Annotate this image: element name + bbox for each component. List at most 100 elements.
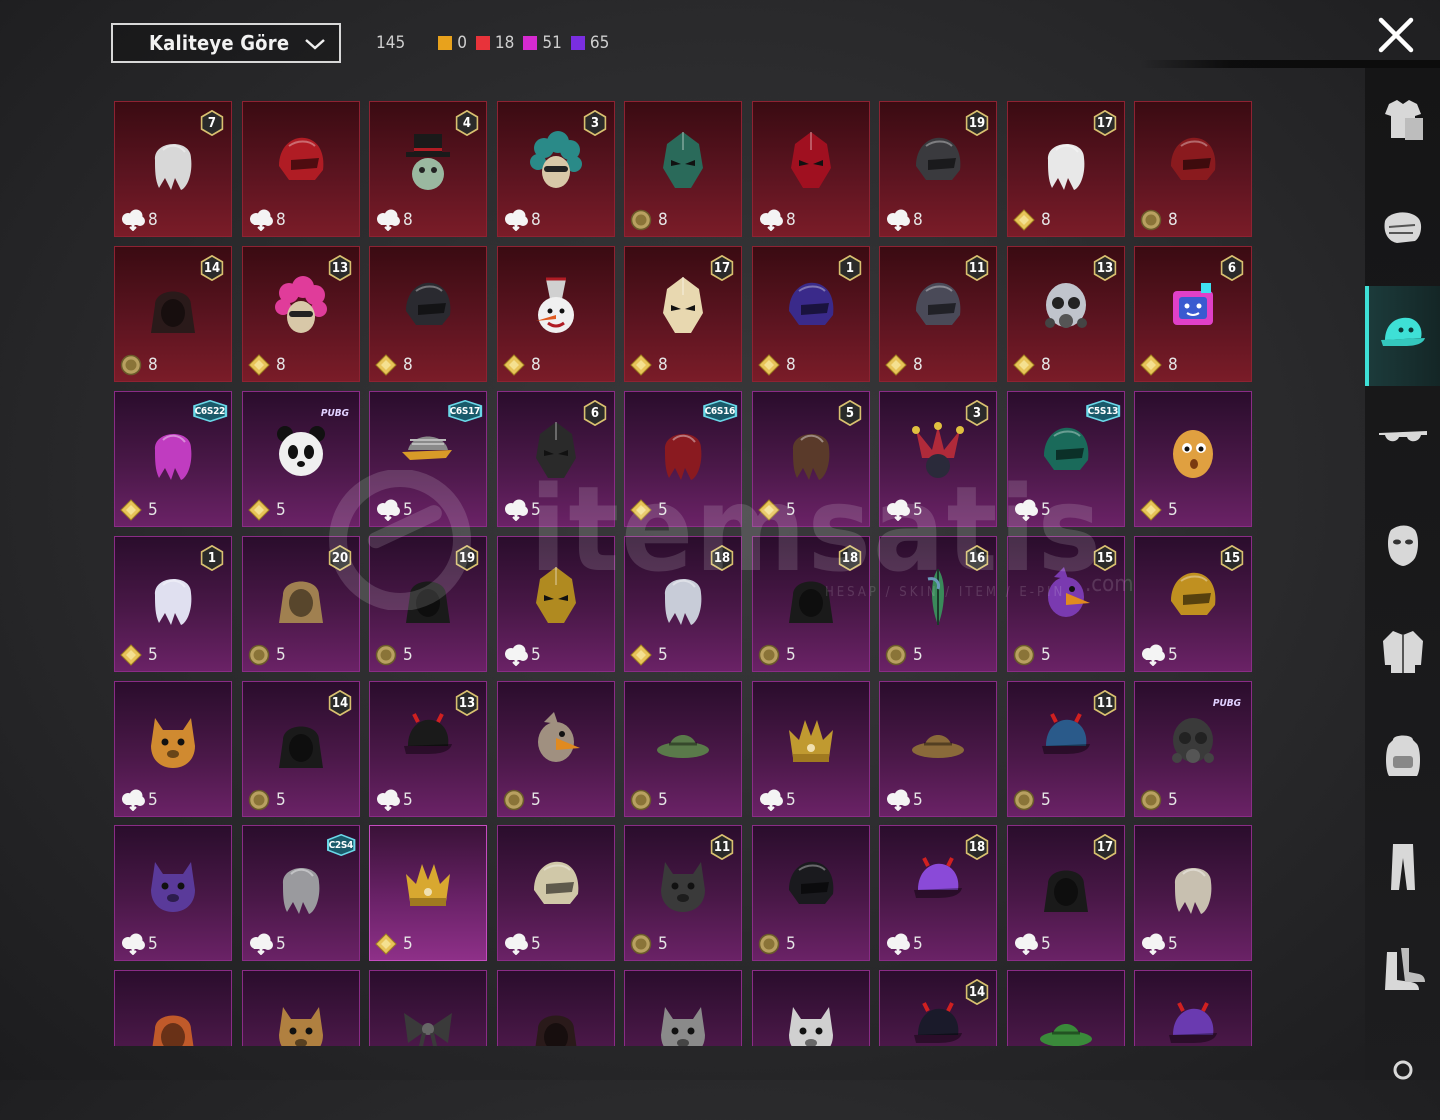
sidebar-item-face[interactable]	[1365, 181, 1440, 281]
item-card[interactable]: 8	[752, 101, 870, 237]
item-card[interactable]: 17 8	[624, 246, 742, 382]
item-card[interactable]	[114, 970, 232, 1046]
item-card[interactable]: 11 5	[624, 825, 742, 961]
item-card[interactable]: 5	[752, 681, 870, 817]
item-card[interactable]: 65	[497, 391, 615, 527]
item-card[interactable]: 55	[752, 391, 870, 527]
sidebar-item-mask[interactable]	[1365, 498, 1440, 598]
item-card[interactable]: 18 5	[879, 825, 997, 961]
item-points-value: 5	[1168, 645, 1178, 665]
item-points: 5	[630, 933, 668, 955]
item-card[interactable]	[369, 970, 487, 1046]
item-card[interactable]: 17 5	[1007, 825, 1125, 961]
item-card[interactable]: 13 8	[242, 246, 360, 382]
item-card[interactable]: 5	[497, 825, 615, 961]
item-card[interactable]: C6S16 5	[624, 391, 742, 527]
item-image-crown	[396, 854, 460, 918]
sidebar-item-outfit[interactable]	[1365, 72, 1440, 172]
item-card[interactable]: 48	[369, 101, 487, 237]
item-card[interactable]: 16 5	[879, 536, 997, 672]
item-card[interactable]: 68	[1134, 246, 1252, 382]
item-card[interactable]: 5	[1134, 391, 1252, 527]
level-badge: 16	[965, 545, 989, 571]
item-card[interactable]: 18 5	[752, 536, 870, 672]
close-icon[interactable]	[1377, 16, 1415, 54]
item-card[interactable]: 38	[497, 101, 615, 237]
cloud-points-icon	[375, 209, 401, 232]
item-card[interactable]: 5	[752, 825, 870, 961]
item-card[interactable]: 13 5	[369, 681, 487, 817]
item-card[interactable]	[624, 970, 742, 1046]
item-card[interactable]: 19 8	[879, 101, 997, 237]
item-card[interactable]: 5	[879, 681, 997, 817]
item-points: 5	[1013, 933, 1051, 956]
sidebar-item-backpack[interactable]	[1365, 708, 1440, 808]
item-card[interactable]: 8	[242, 101, 360, 237]
sidebar-item-jacket[interactable]	[1365, 603, 1440, 703]
item-card[interactable]: C2S4 5	[242, 825, 360, 961]
item-card[interactable]: 11 8	[879, 246, 997, 382]
item-card[interactable]: 15	[114, 536, 232, 672]
item-card[interactable]	[242, 970, 360, 1046]
item-card[interactable]: 19 5	[369, 536, 487, 672]
item-card[interactable]	[1007, 970, 1125, 1046]
item-card[interactable]: 15 5	[1134, 536, 1252, 672]
item-card[interactable]: 14 5	[242, 681, 360, 817]
item-card[interactable]: 35	[879, 391, 997, 527]
item-card[interactable]: 14	[879, 970, 997, 1046]
sidebar-item-shoes[interactable]	[1365, 920, 1440, 1020]
item-card[interactable]: 11 5	[1007, 681, 1125, 817]
item-card[interactable]: 15 5	[1007, 536, 1125, 672]
item-card[interactable]: 5	[624, 681, 742, 817]
item-points-value: 8	[531, 210, 541, 230]
item-card[interactable]: 18 5	[624, 536, 742, 672]
item-points: 5	[758, 789, 796, 812]
level-badge: 11	[710, 834, 734, 860]
coin-icon	[630, 933, 656, 955]
item-card[interactable]: 8	[624, 101, 742, 237]
item-card[interactable]: 5	[497, 681, 615, 817]
item-image-curly	[524, 130, 588, 194]
sidebar-item-glasses[interactable]	[1365, 391, 1440, 491]
item-image-animal	[269, 999, 333, 1046]
item-points: 8	[1013, 209, 1051, 231]
sidebar-item-cap[interactable]	[1365, 286, 1440, 386]
item-image-panda	[269, 420, 333, 484]
item-card[interactable]: 14 8	[114, 246, 232, 382]
item-card[interactable]: 8	[1134, 101, 1252, 237]
item-card[interactable]: 8	[497, 246, 615, 382]
coin-icon	[885, 644, 911, 666]
level-badge: 11	[965, 255, 989, 281]
item-card[interactable]: 17 8	[1007, 101, 1125, 237]
item-card[interactable]: 5	[369, 825, 487, 961]
item-card[interactable]: 8	[369, 246, 487, 382]
item-card[interactable]	[497, 970, 615, 1046]
item-card[interactable]	[752, 970, 870, 1046]
sort-dropdown[interactable]: Kaliteye Göre	[111, 23, 341, 63]
item-card[interactable]: 5	[1134, 825, 1252, 961]
item-card[interactable]: 13 8	[1007, 246, 1125, 382]
item-card[interactable]: PUBG 5	[242, 391, 360, 527]
item-card[interactable]: C6S17 5	[369, 391, 487, 527]
item-image-helmet	[906, 275, 970, 339]
item-card[interactable]: PUBG 5	[1134, 681, 1252, 817]
item-card[interactable]: 18	[752, 246, 870, 382]
item-card[interactable]: 20 5	[242, 536, 360, 672]
item-card[interactable]: 5	[114, 825, 232, 961]
item-card[interactable]: 5	[497, 536, 615, 672]
sidebar-item-pants[interactable]	[1365, 818, 1440, 918]
cloud-points-icon	[1013, 499, 1039, 522]
sort-dropdown-label: Kaliteye Göre	[149, 31, 290, 55]
coin-icon	[120, 354, 146, 376]
sidebar-item-more[interactable]	[1365, 1020, 1440, 1120]
item-card[interactable]: C5S13 5	[1007, 391, 1125, 527]
ag-diamond-icon	[248, 499, 274, 521]
ag-diamond-icon	[375, 354, 401, 376]
item-image-jester	[906, 420, 970, 484]
item-card[interactable]: 78	[114, 101, 232, 237]
item-card[interactable]: 5	[114, 681, 232, 817]
item-card[interactable]: C6S22 5	[114, 391, 232, 527]
item-points: 5	[503, 644, 541, 667]
cloud-points-icon	[503, 209, 529, 232]
item-card[interactable]	[1134, 970, 1252, 1046]
